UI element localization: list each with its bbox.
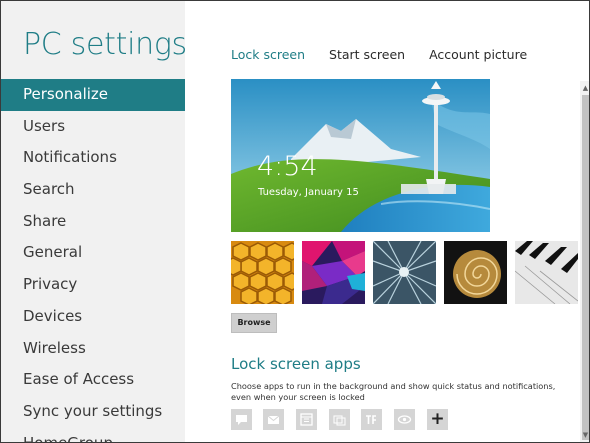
geometric-pattern-thumbnail[interactable] (302, 241, 365, 304)
sidebar-item-users[interactable]: Users (1, 111, 185, 143)
window: PC settings Personalize Users Notificati… (0, 0, 590, 443)
tab-account-picture[interactable]: Account picture (429, 47, 527, 62)
lock-screen-apps-description: Choose apps to run in the background and… (231, 381, 556, 402)
honeycomb-thumbnail[interactable] (231, 241, 294, 304)
sidebar-item-devices[interactable]: Devices (1, 301, 185, 333)
tunnel-thumbnail[interactable] (373, 241, 436, 304)
tab-bar: Lock screen Start screen Account picture (231, 47, 547, 62)
scroll-down-arrow-icon[interactable]: ▼ (580, 428, 589, 442)
scroll-up-arrow-icon[interactable]: ▲ (580, 81, 589, 95)
sidebar-item-sync-settings[interactable]: Sync your settings (1, 396, 185, 428)
tab-start-screen[interactable]: Start screen (329, 47, 405, 62)
sidebar-item-share[interactable]: Share (1, 206, 185, 238)
scroll-thumb[interactable] (582, 95, 589, 440)
sidebar-item-ease-of-access[interactable]: Ease of Access (1, 364, 185, 396)
sidebar-nav: Personalize Users Notifications Search S… (1, 79, 185, 442)
nautilus-shell-thumbnail[interactable] (444, 241, 507, 304)
sidebar-item-privacy[interactable]: Privacy (1, 269, 185, 301)
main-panel: Lock screen Start screen Account picture (185, 1, 581, 442)
lock-screen-date: Tuesday, January 15 (258, 187, 359, 198)
messaging-icon[interactable] (231, 409, 252, 430)
page-title: PC settings (23, 27, 185, 62)
sidebar-item-notifications[interactable]: Notifications (1, 142, 185, 174)
calendar-icon[interactable] (296, 409, 317, 430)
add-icon[interactable]: + (427, 409, 448, 430)
mail-icon[interactable] (263, 409, 284, 430)
people-icon[interactable] (329, 409, 350, 430)
sidebar-item-personalize[interactable]: Personalize (1, 79, 185, 111)
tab-lock-screen[interactable]: Lock screen (231, 47, 305, 62)
lock-screen-apps-heading: Lock screen apps (231, 355, 361, 373)
vertical-scrollbar[interactable]: ▲ ▼ (580, 81, 589, 442)
sidebar-item-search[interactable]: Search (1, 174, 185, 206)
lock-screen-time: 4:54 (257, 151, 318, 182)
sidebar-item-homegroup[interactable]: HomeGroup (1, 428, 185, 442)
sidebar: PC settings Personalize Users Notificati… (1, 1, 185, 442)
piano-keys-thumbnail[interactable] (515, 241, 578, 304)
eye-icon[interactable] (394, 409, 415, 430)
photo-icon[interactable] (361, 409, 382, 430)
background-thumbnails (231, 241, 578, 304)
sidebar-item-wireless[interactable]: Wireless (1, 333, 185, 365)
browse-button[interactable]: Browse (231, 313, 277, 333)
lock-screen-preview: 4:54 Tuesday, January 15 (231, 79, 490, 232)
sidebar-item-general[interactable]: General (1, 237, 185, 269)
